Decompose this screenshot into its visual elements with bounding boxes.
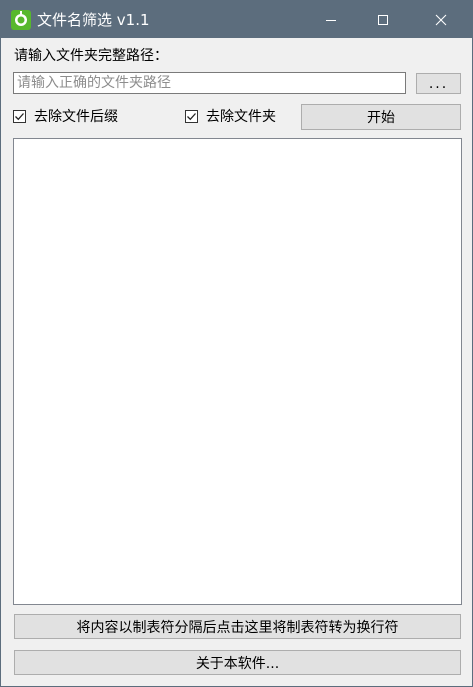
start-button[interactable]: 开始 — [301, 104, 461, 130]
remove-folder-label: 去除文件夹 — [206, 109, 276, 125]
checkmark-icon — [187, 112, 196, 120]
window-title: 文件名筛选 v1.1 — [37, 11, 150, 29]
folder-path-input[interactable] — [13, 72, 406, 94]
app-window: 文件名筛选 v1.1 请输入文件夹完整路径： ... 去除文件后缀 去除文件夹 … — [0, 0, 473, 687]
minimize-button[interactable] — [308, 1, 354, 38]
close-icon — [435, 14, 447, 25]
title-bar[interactable]: 文件名筛选 v1.1 — [1, 1, 472, 38]
close-button[interactable] — [418, 1, 464, 38]
checkbox-box[interactable] — [13, 109, 26, 123]
remove-suffix-label: 去除文件后缀 — [34, 109, 118, 125]
output-textarea[interactable] — [13, 138, 462, 605]
path-label: 请输入文件夹完整路径： — [14, 48, 168, 64]
checkmark-icon — [15, 112, 24, 120]
browse-button[interactable]: ... — [416, 73, 461, 94]
remove-folder-checkbox[interactable]: 去除文件夹 — [185, 106, 276, 126]
maximize-button[interactable] — [360, 1, 406, 38]
app-logo-icon — [11, 10, 31, 30]
maximize-icon — [378, 14, 388, 25]
minimize-icon — [326, 19, 336, 21]
checkbox-box[interactable] — [185, 109, 198, 123]
remove-suffix-checkbox[interactable]: 去除文件后缀 — [13, 106, 118, 126]
about-button[interactable]: 关于本软件... — [14, 650, 461, 675]
convert-tabs-button[interactable]: 将内容以制表符分隔后点击这里将制表符转为换行符 — [14, 614, 461, 639]
